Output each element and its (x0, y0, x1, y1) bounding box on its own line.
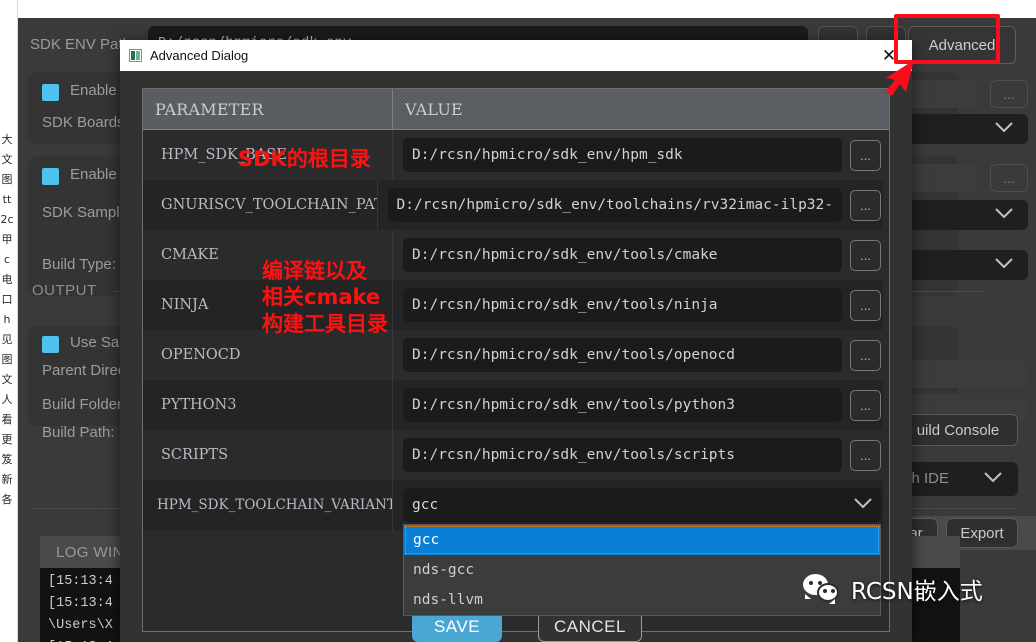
sdk-boards-label: SDK Boards (42, 114, 125, 131)
row-value-cell: gcc gcc nds-gcc nds-llvm (393, 480, 889, 530)
row-parameter-name: SCRIPTS (143, 430, 393, 480)
sdk-sample-field[interactable] (908, 164, 982, 192)
table-row: NINJA D:/rcsn/hpmicro/sdk_env/tools/ninj… (143, 280, 889, 330)
output-section-title: OUTPUT (32, 282, 97, 299)
column-header-parameter[interactable]: PARAMETER (143, 89, 393, 130)
browse-button[interactable]: ... (850, 290, 881, 321)
browse-button[interactable]: ... (850, 240, 881, 271)
enable-u-checkbox-2[interactable] (42, 168, 59, 185)
sdk-boards-field[interactable] (908, 80, 982, 108)
background-browser-text: 大文图tt2c甲c电口h见图文人看更笈新 各 (0, 0, 14, 510)
build-console-button[interactable]: uild Console (898, 414, 1018, 446)
annotation-arrow-icon (866, 58, 918, 105)
table-row: GNURISCV_TOOLCHAIN_PATH D:/rcsn/hpmicro/… (143, 180, 889, 230)
table-row: CMAKE D:/rcsn/hpmicro/sdk_env/tools/cmak… (143, 230, 889, 280)
table-header-row: PARAMETER VALUE (143, 89, 889, 130)
table-row: OPENOCD D:/rcsn/hpmicro/sdk_env/tools/op… (143, 330, 889, 380)
value-input[interactable]: D:/rcsn/hpmicro/sdk_env/tools/cmake (403, 238, 842, 272)
value-input[interactable]: D:/rcsn/hpmicro/sdk_env/tools/openocd (403, 338, 842, 372)
table-scrollbar[interactable] (883, 130, 889, 631)
table-row: HPM_SDK_TOOLCHAIN_VARIANT gcc gcc nds-gc… (143, 480, 889, 530)
background-browser-strip: 大文图tt2c甲c电口h见图文人看更笈新 各 (0, 0, 18, 642)
combobox-display[interactable]: gcc (403, 488, 881, 522)
value-input[interactable]: D:/rcsn/hpmicro/sdk_env/toolchains/rv32i… (388, 188, 843, 222)
chevron-down-icon-3 (995, 258, 1013, 269)
sdk-sample-label: SDK Sample (42, 204, 128, 221)
row-parameter-name: OPENOCD (143, 330, 393, 380)
chevron-down-icon-1 (995, 122, 1013, 133)
combobox-selected-value: gcc (412, 497, 438, 513)
wechat-icon (803, 574, 843, 604)
chevron-down-icon-2 (995, 208, 1013, 219)
save-button[interactable]: SAVE (412, 612, 502, 642)
watermark: RCSN嵌入式 (803, 572, 983, 606)
row-parameter-name: GNURISCV_TOOLCHAIN_PATH (143, 180, 378, 230)
screenshot-root: 大文图tt2c甲c电口h见图文人看更笈新 各 SDK ENV Path: D:/… (0, 0, 1036, 642)
value-input[interactable]: D:/rcsn/hpmicro/sdk_env/tools/python3 (403, 388, 842, 422)
advanced-dialog: Advanced Dialog ✕ PARAMETER VALUE HPM_SD… (120, 40, 912, 642)
row-value-cell: D:/rcsn/hpmicro/sdk_env/tools/cmake ... (393, 230, 889, 280)
row-value-cell: D:/rcsn/hpmicro/sdk_env/tools/ninja ... (393, 280, 889, 330)
app-icon (129, 49, 142, 62)
browse-button[interactable]: ... (850, 340, 881, 371)
annotation-highlight-advanced (894, 14, 1000, 64)
watermark-text: RCSN嵌入式 (851, 572, 983, 606)
value-input[interactable]: D:/rcsn/hpmicro/sdk_env/hpm_sdk (403, 138, 842, 172)
parent-directory-field[interactable] (908, 360, 1028, 388)
annotation-toolchain: 编译链以及 相关cmake 构建工具目录 (262, 258, 388, 337)
chevron-down-icon-4 (984, 472, 1002, 483)
annotation-toolchain-line1: 编译链以及 (262, 258, 388, 284)
browse-button[interactable]: ... (850, 390, 881, 421)
row-value-cell: D:/rcsn/hpmicro/sdk_env/tools/scripts ..… (393, 430, 889, 480)
toolchain-variant-combobox[interactable]: gcc gcc nds-gcc nds-llvm (403, 488, 881, 522)
parent-directory-label: Parent Direc (42, 362, 125, 379)
sdk-sample-browse-button[interactable]: ... (990, 164, 1028, 192)
build-path-label: Build Path: (42, 424, 115, 441)
cancel-button[interactable]: CANCEL (538, 612, 642, 642)
enable-u-checkbox-1[interactable] (42, 84, 59, 101)
row-value-cell: D:/rcsn/hpmicro/sdk_env/hpm_sdk ... (393, 130, 889, 180)
sdk-boards-browse-button[interactable]: ... (990, 80, 1028, 108)
dialog-title: Advanced Dialog (150, 48, 248, 63)
browse-button[interactable]: ... (850, 190, 881, 221)
annotation-toolchain-line3: 构建工具目录 (262, 311, 388, 337)
row-parameter-name: HPM_SDK_TOOLCHAIN_VARIANT (143, 480, 393, 530)
build-folder-label: Build Folder (42, 396, 122, 413)
value-input[interactable]: D:/rcsn/hpmicro/sdk_env/tools/scripts (403, 438, 842, 472)
row-parameter-name: PYTHON3 (143, 380, 393, 430)
combobox-option-gcc[interactable]: gcc (404, 525, 880, 555)
browse-button[interactable]: ... (850, 440, 881, 471)
value-input[interactable]: D:/rcsn/hpmicro/sdk_env/tools/ninja (403, 288, 842, 322)
dialog-title-bar: Advanced Dialog ✕ (120, 40, 912, 71)
column-header-value[interactable]: VALUE (393, 89, 889, 130)
build-type-label: Build Type: (42, 256, 116, 273)
chevron-down-icon-combobox (854, 497, 872, 513)
annotation-sdk-root: SDK的根目录 (238, 146, 371, 172)
row-value-cell: D:/rcsn/hpmicro/sdk_env/tools/openocd ..… (393, 330, 889, 380)
row-value-cell: D:/rcsn/hpmicro/sdk_env/tools/python3 ..… (393, 380, 889, 430)
table-row: PYTHON3 D:/rcsn/hpmicro/sdk_env/tools/py… (143, 380, 889, 430)
annotation-toolchain-line2: 相关cmake (262, 284, 388, 310)
table-row: SCRIPTS D:/rcsn/hpmicro/sdk_env/tools/sc… (143, 430, 889, 480)
browse-button[interactable]: ... (850, 140, 881, 171)
use-sample-checkbox[interactable] (42, 336, 59, 353)
row-value-cell: D:/rcsn/hpmicro/sdk_env/toolchains/rv32i… (378, 180, 890, 230)
